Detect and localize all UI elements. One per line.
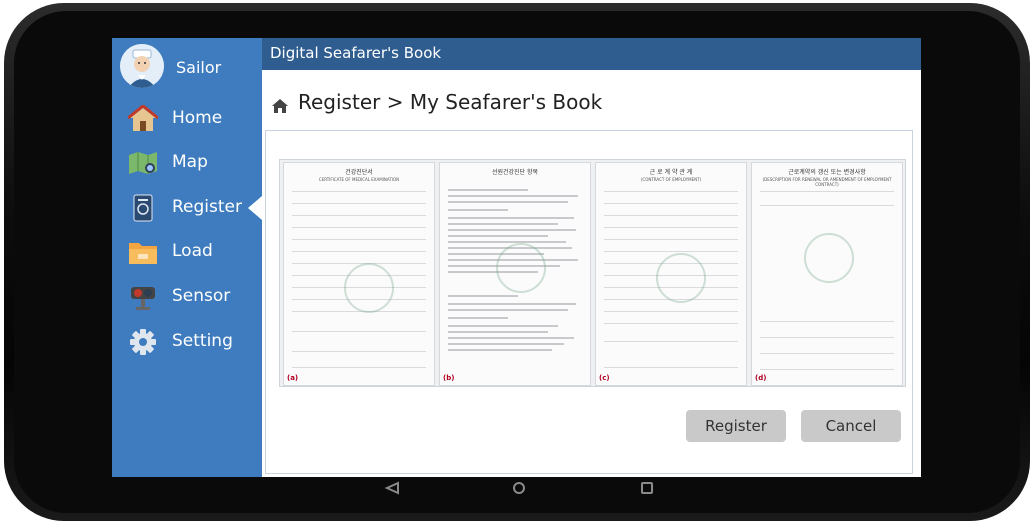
document-panel: 건강진단서 CERTIFICATE OF MEDICAL EXAMINATION [265, 130, 913, 474]
document-label: (c) [599, 374, 610, 382]
map-icon [128, 149, 158, 177]
system-navigation-bar [0, 474, 1036, 500]
register-button[interactable]: Register [686, 410, 786, 442]
sidebar-item-label: Sensor [172, 286, 231, 306]
sidebar-item-label: Register [172, 197, 242, 217]
document-label: (b) [443, 374, 455, 382]
document-subtitle: CERTIFICATE OF MEDICAL EXAMINATION [318, 177, 400, 182]
stamp-seal [804, 233, 854, 283]
document-preview-strip: 건강진단서 CERTIFICATE OF MEDICAL EXAMINATION [279, 159, 906, 387]
sidebar-item-map[interactable]: Map [112, 143, 262, 183]
recents-icon[interactable] [640, 480, 654, 499]
sensor-icon [128, 283, 158, 311]
avatar [120, 44, 164, 88]
active-indicator [248, 196, 262, 220]
back-icon[interactable] [384, 480, 400, 499]
cancel-button[interactable]: Cancel [801, 410, 901, 442]
sidebar-item-home[interactable]: Home [112, 99, 262, 139]
gear-icon [128, 328, 158, 356]
document-page[interactable]: 근로계약의 갱신 또는 변경사항 (DESCRIPTION FOR RENEWA… [751, 162, 903, 386]
home-circle-icon[interactable] [512, 480, 526, 499]
sidebar-item-sensor[interactable]: Sensor [112, 277, 262, 317]
page-title: Register > My Seafarer's Book [298, 90, 603, 114]
folder-icon [128, 238, 158, 266]
stamp-seal [656, 253, 706, 303]
sidebar-item-register[interactable]: Register [112, 188, 262, 228]
sidebar: Sailor Home Map Register Load Sensor Set… [112, 38, 262, 477]
sidebar-item-label: Setting [172, 331, 233, 351]
document-subtitle: (CONTRACT OF EMPLOYMENT) [640, 177, 702, 182]
document-title: 선원건강진단 항목 [491, 169, 539, 176]
document-page[interactable]: 건강진단서 CERTIFICATE OF MEDICAL EXAMINATION [283, 162, 435, 386]
document-page[interactable]: 근 로 계 약 관 계 (CONTRACT OF EMPLOYMENT) (c) [595, 162, 747, 386]
document-title: 근로계약의 갱신 또는 변경사항 [788, 169, 866, 176]
register-icon [128, 194, 158, 222]
stamp-seal [344, 263, 394, 313]
sidebar-item-setting[interactable]: Setting [112, 322, 262, 362]
document-title: 건강진단서 [345, 169, 373, 176]
title-bar: Digital Seafarer's Book [262, 38, 921, 70]
sidebar-item-load[interactable]: Load [112, 232, 262, 272]
sidebar-item-label: Map [172, 152, 208, 172]
home-icon[interactable] [272, 98, 288, 117]
document-label: (a) [287, 374, 299, 382]
user-profile[interactable]: Sailor [120, 44, 260, 90]
app-title: Digital Seafarer's Book [270, 44, 442, 62]
home-icon [127, 104, 159, 133]
sidebar-item-label: Home [172, 108, 223, 128]
document-page[interactable]: 선원건강진단 항목 (b) [439, 162, 591, 386]
sidebar-item-label: Load [172, 241, 213, 261]
document-label: (d) [755, 374, 767, 382]
document-subtitle: (DESCRIPTION FOR RENEWAL OR AMENDMENT OF… [762, 177, 892, 187]
user-name: Sailor [176, 58, 222, 77]
stamp-seal [496, 243, 546, 293]
document-title: 근 로 계 약 관 계 [649, 169, 693, 176]
app-screen: Sailor Home Map Register Load Sensor Set… [112, 38, 921, 477]
